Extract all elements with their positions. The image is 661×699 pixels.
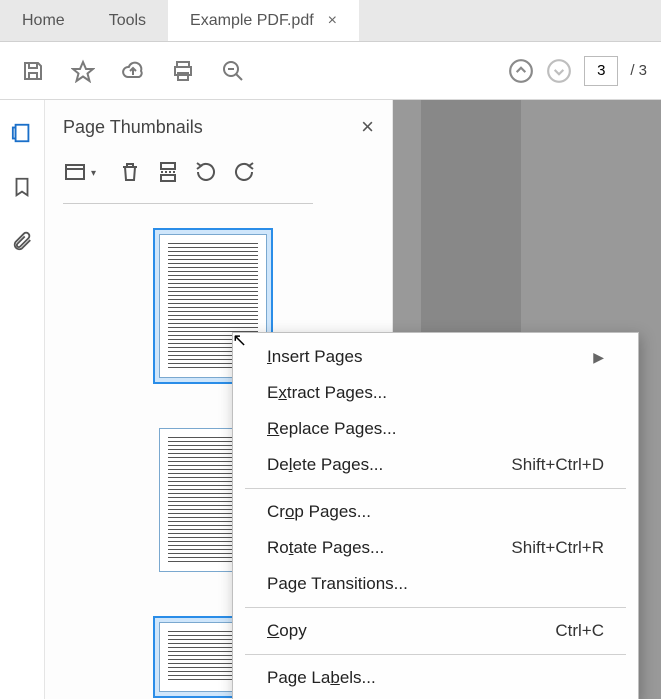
panel-options-icon[interactable] xyxy=(63,160,87,187)
ctx-copy-shortcut: Ctrl+C xyxy=(555,621,604,641)
tab-row: Home Tools Example PDF.pdf × xyxy=(0,0,661,42)
attachment-icon[interactable] xyxy=(7,226,37,256)
ctx-page-labels-label: Page Labels... xyxy=(267,668,604,688)
ctx-crop-pages[interactable]: Crop Pages... xyxy=(233,494,638,530)
tab-document[interactable]: Example PDF.pdf × xyxy=(168,0,359,41)
ctx-page-transitions[interactable]: Page Transitions... xyxy=(233,566,638,602)
cloud-upload-icon[interactable] xyxy=(114,52,152,90)
close-panel-icon[interactable]: × xyxy=(361,114,374,140)
page-down-icon[interactable] xyxy=(544,56,574,86)
context-menu-separator xyxy=(245,654,626,655)
ctx-copy[interactable]: Copy Ctrl+C xyxy=(233,613,638,649)
context-menu: Insert Pages ▶ Extract Pages... Replace … xyxy=(232,332,639,699)
tab-tools-label: Tools xyxy=(109,12,146,30)
panel-toolbar: ▾ xyxy=(63,160,313,204)
panel-title: Page Thumbnails xyxy=(63,117,203,138)
context-menu-separator xyxy=(245,488,626,489)
delete-icon[interactable] xyxy=(118,160,142,187)
ctx-insert-pages[interactable]: Insert Pages ▶ xyxy=(233,339,638,375)
nav-strip xyxy=(0,100,45,699)
bookmark-icon[interactable] xyxy=(7,172,37,202)
split-icon[interactable] xyxy=(156,160,180,187)
page-navigation: / 3 xyxy=(502,56,653,86)
close-tab-icon[interactable]: × xyxy=(328,12,337,30)
ctx-delete-pages-shortcut: Shift+Ctrl+D xyxy=(511,455,604,475)
rotate-ccw-icon[interactable] xyxy=(194,160,218,187)
star-icon[interactable] xyxy=(64,52,102,90)
ctx-page-labels[interactable]: Page Labels... xyxy=(233,660,638,696)
ctx-extract-pages[interactable]: Extract Pages... xyxy=(233,375,638,411)
ctx-delete-pages[interactable]: Delete Pages... Shift+Ctrl+D xyxy=(233,447,638,483)
ctx-insert-pages-label: Insert Pages xyxy=(267,347,593,367)
page-up-icon[interactable] xyxy=(506,56,536,86)
zoom-out-icon[interactable] xyxy=(214,52,252,90)
tab-home[interactable]: Home xyxy=(0,0,87,41)
save-icon[interactable] xyxy=(14,52,52,90)
submenu-arrow-icon: ▶ xyxy=(593,349,604,366)
ctx-rotate-pages-label: Rotate Pages... xyxy=(267,538,511,558)
page-total-label: / 3 xyxy=(630,62,647,79)
dropdown-caret-icon[interactable]: ▾ xyxy=(91,168,96,179)
tab-home-label: Home xyxy=(22,12,65,30)
rotate-cw-icon[interactable] xyxy=(232,160,256,187)
ctx-delete-pages-label: Delete Pages... xyxy=(267,455,511,475)
ctx-extract-pages-label: Extract Pages... xyxy=(267,383,604,403)
ctx-crop-pages-label: Crop Pages... xyxy=(267,502,604,522)
ctx-rotate-pages-shortcut: Shift+Ctrl+R xyxy=(511,538,604,558)
ctx-replace-pages-label: Replace Pages... xyxy=(267,419,604,439)
context-menu-separator xyxy=(245,607,626,608)
print-icon[interactable] xyxy=(164,52,202,90)
tab-tools[interactable]: Tools xyxy=(87,0,168,41)
tab-document-label: Example PDF.pdf xyxy=(190,12,314,30)
main-toolbar: / 3 xyxy=(0,42,661,100)
ctx-copy-label: Copy xyxy=(267,621,555,641)
ctx-page-transitions-label: Page Transitions... xyxy=(267,574,604,594)
ctx-rotate-pages[interactable]: Rotate Pages... Shift+Ctrl+R xyxy=(233,530,638,566)
page-number-input[interactable] xyxy=(584,56,618,86)
ctx-replace-pages[interactable]: Replace Pages... xyxy=(233,411,638,447)
thumbnails-icon[interactable] xyxy=(7,118,37,148)
